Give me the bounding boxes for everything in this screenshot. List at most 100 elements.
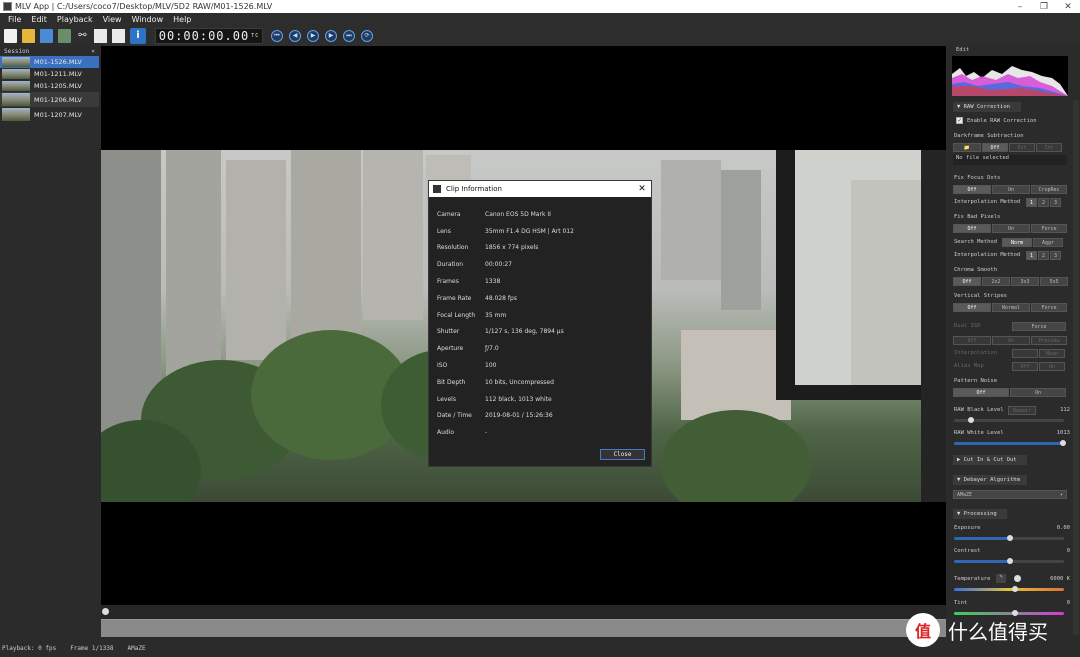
darkframe-folder-button[interactable]: 📁 xyxy=(953,143,981,152)
white-level-knob[interactable] xyxy=(1060,440,1066,446)
badpix-off-button[interactable]: Off xyxy=(953,224,991,233)
interp-3-button[interactable]: 3 xyxy=(1050,198,1061,207)
menu-file[interactable]: File xyxy=(3,15,26,24)
step-back-icon[interactable]: ◀ xyxy=(289,29,301,42)
link-icon[interactable]: ⚯ xyxy=(76,29,89,43)
clip-item[interactable]: M01-1206.MLV xyxy=(0,92,99,107)
clip-item[interactable]: M01-1205.MLV xyxy=(0,80,99,92)
edit-panel-scrollbar[interactable] xyxy=(1073,100,1079,635)
pattern-on-button[interactable]: On xyxy=(1010,388,1066,397)
timeline-handle[interactable] xyxy=(102,608,109,615)
exposure-knob[interactable] xyxy=(1007,535,1013,541)
interp2-3-button[interactable]: 3 xyxy=(1050,251,1061,260)
clip-item[interactable]: M01-1526.MLV xyxy=(0,56,99,68)
open-folder-icon[interactable] xyxy=(22,28,35,43)
contrast-slider[interactable] xyxy=(954,558,1064,564)
menu-bar: File Edit Playback View Window Help xyxy=(0,13,1080,25)
contrast-value: 0 xyxy=(1066,548,1070,554)
temperature-knob[interactable] xyxy=(1012,586,1018,592)
dual-iso-force-button[interactable]: Force xyxy=(1012,322,1066,331)
white-level-slider[interactable] xyxy=(954,440,1066,446)
contrast-knob[interactable] xyxy=(1007,558,1013,564)
interp2-2-button[interactable]: 2 xyxy=(1038,251,1049,260)
minimize-button[interactable]: – xyxy=(1008,2,1032,12)
debayer-header[interactable]: ▼ Debayer Algorithm xyxy=(953,475,1027,485)
debayer-select[interactable]: AMaZE ▾ xyxy=(953,490,1067,499)
processing-header[interactable]: ▼ Processing xyxy=(953,509,1007,519)
alias-on-button[interactable]: On xyxy=(1039,362,1065,371)
info-row: Camera Canon EOS 5D Mark II xyxy=(429,206,651,223)
paste-settings-icon[interactable] xyxy=(112,28,125,43)
timecode-mode[interactable]: TC xyxy=(251,33,259,39)
loop-icon[interactable]: ⟳ xyxy=(361,29,373,42)
dualiso-on-button[interactable]: On xyxy=(992,336,1030,345)
watermark-logo: 值 xyxy=(906,613,940,647)
step-forward-icon[interactable]: ▶ xyxy=(325,29,337,42)
chroma-2x2-button[interactable]: 2x2 xyxy=(982,277,1010,286)
goto-start-icon[interactable]: ⏮ xyxy=(271,29,283,42)
interp-2-button[interactable]: 2 xyxy=(1038,198,1049,207)
interp2-1-button[interactable]: 1 xyxy=(1026,251,1037,260)
dualiso-interp-empty[interactable] xyxy=(1012,349,1038,358)
repair-button[interactable]: Repair xyxy=(1008,406,1036,415)
menu-playback[interactable]: Playback xyxy=(52,15,98,24)
temperature-auto-toggle[interactable] xyxy=(1014,575,1021,582)
exposure-slider[interactable] xyxy=(954,535,1064,541)
info-key: Frame Rate xyxy=(437,294,472,302)
menu-edit[interactable]: Edit xyxy=(26,15,52,24)
vertical-stripes-label: Vertical Stripes xyxy=(954,293,1007,299)
timeline-scrubber[interactable] xyxy=(101,605,946,619)
delete-clip-icon[interactable] xyxy=(58,28,71,43)
dualiso-interp-mean-button[interactable]: Mean xyxy=(1039,349,1065,358)
close-window-button[interactable]: ✕ xyxy=(1056,2,1080,12)
temperature-slider[interactable] xyxy=(954,586,1064,592)
alias-off-button[interactable]: Off xyxy=(1012,362,1038,371)
chroma-off-button[interactable]: Off xyxy=(953,277,981,286)
black-level-label: RAW Black Level xyxy=(954,407,1004,413)
dualiso-preview-button[interactable]: Preview xyxy=(1031,336,1067,345)
focus-on-button[interactable]: On xyxy=(992,185,1030,194)
stripes-normal-button[interactable]: Normal xyxy=(992,303,1030,312)
color-picker-icon[interactable]: ✎ xyxy=(996,574,1006,583)
focus-croprec-button[interactable]: CropRec xyxy=(1031,185,1067,194)
search-norm-button[interactable]: Norm xyxy=(1002,238,1032,247)
clip-item[interactable]: M01-1207.MLV xyxy=(0,107,99,122)
chroma-5x5-button[interactable]: 5x5 xyxy=(1040,277,1068,286)
stripes-force-button[interactable]: Force xyxy=(1031,303,1067,312)
interp-1-button[interactable]: 1 xyxy=(1026,198,1037,207)
clip-info-icon[interactable]: i xyxy=(130,27,146,44)
play-icon[interactable]: ▶ xyxy=(307,29,319,42)
maximize-button[interactable]: ❐ xyxy=(1032,2,1056,12)
dualiso-off-button[interactable]: Off xyxy=(953,336,991,345)
clip-name: M01-1205.MLV xyxy=(34,82,82,90)
menu-window[interactable]: Window xyxy=(127,15,169,24)
raw-correction-header[interactable]: ▼ RAW Correction xyxy=(953,102,1021,112)
goto-end-icon[interactable]: ⏭ xyxy=(343,29,355,42)
darkframe-ext-button[interactable]: Ext xyxy=(1009,143,1035,152)
close-button[interactable]: Close xyxy=(600,449,645,460)
clip-item[interactable]: M01-1211.MLV xyxy=(0,68,99,80)
pattern-off-button[interactable]: Off xyxy=(953,388,1009,397)
black-level-slider[interactable] xyxy=(954,417,1064,423)
stripes-off-button[interactable]: Off xyxy=(953,303,991,312)
new-session-icon[interactable] xyxy=(4,28,17,43)
copy-settings-icon[interactable] xyxy=(94,28,107,43)
darkframe-int-button[interactable]: Int xyxy=(1036,143,1062,152)
menu-view[interactable]: View xyxy=(98,15,127,24)
darkframe-off-button[interactable]: Off xyxy=(982,143,1008,152)
exposure-label: Exposure xyxy=(954,525,981,531)
black-level-knob[interactable] xyxy=(968,417,974,423)
save-icon[interactable] xyxy=(40,28,53,43)
dialog-close-icon[interactable]: ✕ xyxy=(633,184,651,194)
app-icon xyxy=(3,2,12,11)
clip-name: M01-1207.MLV xyxy=(34,110,82,119)
enable-raw-checkbox[interactable]: ✓ xyxy=(956,117,963,124)
badpix-on-button[interactable]: On xyxy=(992,224,1030,233)
search-aggr-button[interactable]: Aggr xyxy=(1033,238,1063,247)
session-close-icon[interactable]: × xyxy=(91,48,95,55)
cut-in-out-header[interactable]: ▶ Cut In & Cut Out xyxy=(953,455,1027,465)
focus-off-button[interactable]: Off xyxy=(953,185,991,194)
badpix-force-button[interactable]: Force xyxy=(1031,224,1067,233)
chroma-3x3-button[interactable]: 3x3 xyxy=(1011,277,1039,286)
menu-help[interactable]: Help xyxy=(168,15,196,24)
